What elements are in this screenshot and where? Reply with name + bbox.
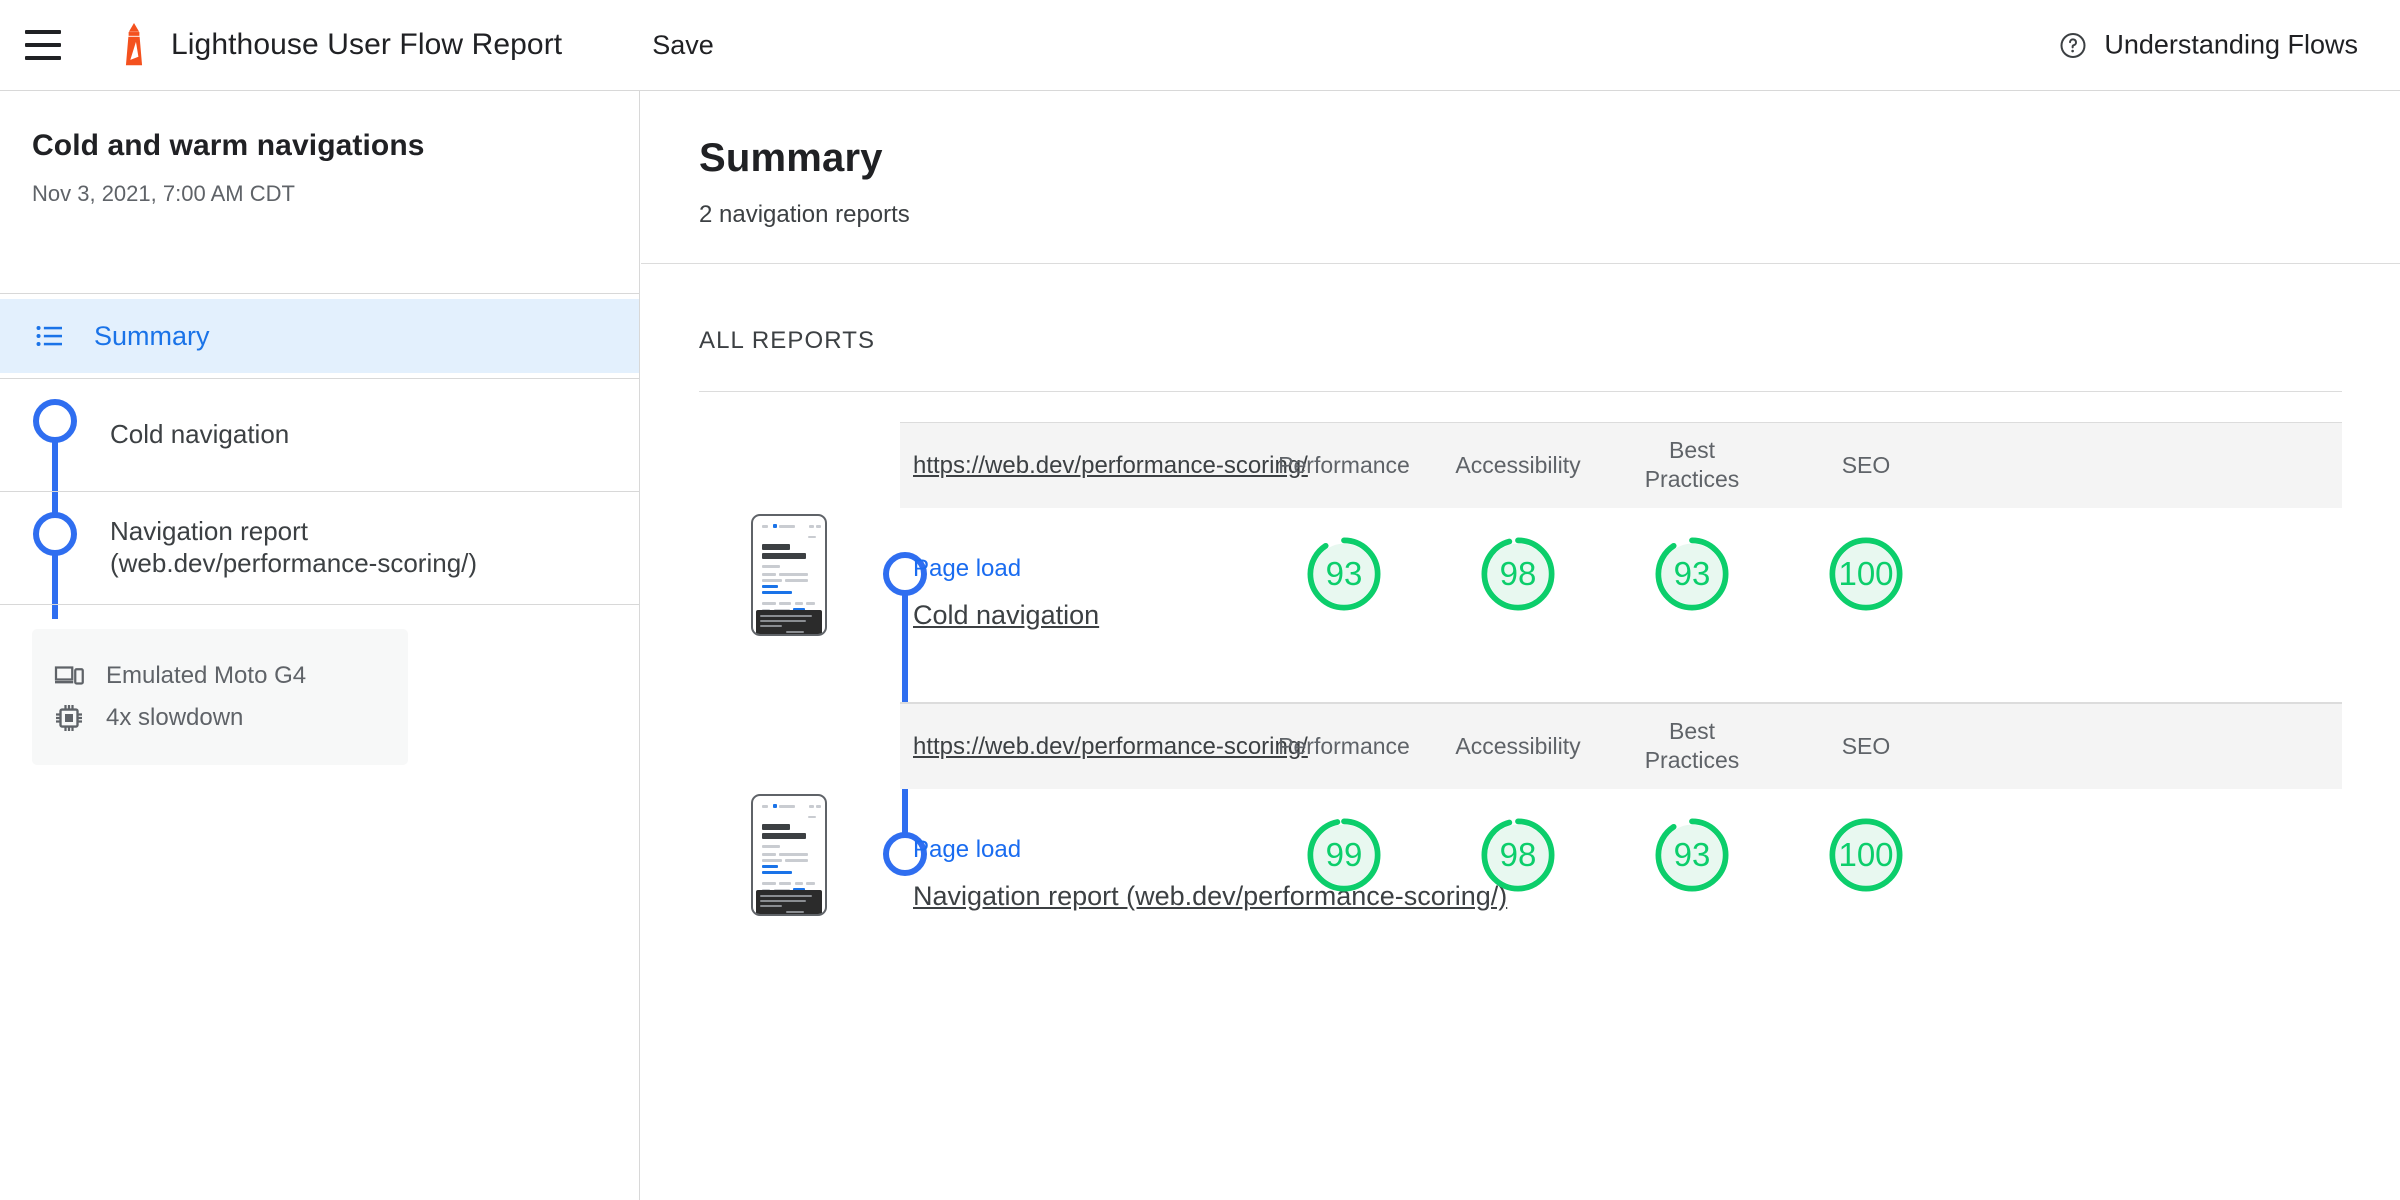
main-content: Summary 2 navigation reports ALL REPORTS… xyxy=(641,91,2400,1200)
score-gauge-seo[interactable]: 100 xyxy=(1825,533,1907,615)
sidebar-item-step-2[interactable]: Navigation report (web.dev/performance-s… xyxy=(0,492,639,605)
score-gauge-best-practices[interactable]: 93 xyxy=(1651,814,1733,896)
device-icon xyxy=(54,666,84,685)
environment-device-label: Emulated Moto G4 xyxy=(106,662,307,689)
column-header-best-practices: Best Practices xyxy=(1644,436,1740,493)
score-value: 98 xyxy=(1499,555,1537,592)
report-row: Page load Cold navigation 93 98 93 100 xyxy=(900,508,2342,702)
list-icon xyxy=(36,326,62,346)
report-header-row: https://web.dev/performance-scoring/ Per… xyxy=(900,703,2342,789)
understanding-flows-link[interactable]: Understanding Flows xyxy=(2058,30,2358,61)
score-gauge-accessibility[interactable]: 98 xyxy=(1477,533,1559,615)
environment-box: Emulated Moto G4 4x slowdown xyxy=(32,629,408,765)
report-name-link[interactable]: Cold navigation xyxy=(913,600,1099,631)
score-value: 93 xyxy=(1673,836,1711,873)
report-thumbnail[interactable] xyxy=(751,794,827,916)
help-circle-icon xyxy=(2060,32,2086,58)
save-button[interactable]: Save xyxy=(642,24,724,67)
score-gauge-performance[interactable]: 93 xyxy=(1303,533,1385,615)
report-header-row: https://web.dev/performance-scoring/ Per… xyxy=(900,422,2342,508)
sidebar-item-step-1[interactable]: Cold navigation xyxy=(0,379,639,492)
column-header-accessibility: Accessibility xyxy=(1455,451,1581,478)
score-value: 93 xyxy=(1325,555,1363,592)
score-gauge-accessibility[interactable]: 98 xyxy=(1477,814,1559,896)
score-value: 98 xyxy=(1499,836,1537,873)
column-header-performance: Performance xyxy=(1278,732,1410,759)
report-url-link[interactable]: https://web.dev/performance-scoring/ xyxy=(913,452,1308,480)
environment-throttling-label: 4x slowdown xyxy=(106,704,244,731)
score-gauge-best-practices[interactable]: 93 xyxy=(1651,533,1733,615)
score-value: 100 xyxy=(1838,555,1894,592)
understanding-flows-label: Understanding Flows xyxy=(2104,29,2358,60)
flow-title: Cold and warm navigations xyxy=(32,129,425,162)
environment-throttling: 4x slowdown xyxy=(32,697,408,739)
hamburger-bar xyxy=(25,30,61,34)
all-reports-divider xyxy=(699,391,2342,392)
column-header-best-practices: Best Practices xyxy=(1644,717,1740,774)
summary-subtitle: 2 navigation reports xyxy=(699,201,910,228)
brand: Lighthouse User Flow Report xyxy=(119,23,562,67)
report-url-link[interactable]: https://web.dev/performance-scoring/ xyxy=(913,733,1308,761)
report-name-link[interactable]: Navigation report (web.dev/performance-s… xyxy=(913,881,1507,912)
score-gauge-seo[interactable]: 100 xyxy=(1825,814,1907,896)
sidebar-item-summary-label: Summary xyxy=(94,320,210,351)
score-value: 99 xyxy=(1325,836,1363,873)
environment-device: Emulated Moto G4 xyxy=(32,655,408,697)
hamburger-bar xyxy=(25,43,61,47)
summary-title: Summary xyxy=(699,136,883,180)
score-value: 100 xyxy=(1838,836,1894,873)
flow-header: Cold and warm navigations Nov 3, 2021, 7… xyxy=(0,91,639,294)
sidebar: Cold and warm navigations Nov 3, 2021, 7… xyxy=(0,91,640,1200)
column-header-seo: SEO xyxy=(1841,732,1891,759)
column-header-accessibility: Accessibility xyxy=(1455,732,1581,759)
cpu-icon xyxy=(56,705,82,731)
page-title: Lighthouse User Flow Report xyxy=(171,28,563,61)
report-thumbnail[interactable] xyxy=(751,514,827,636)
summary-header: Summary 2 navigation reports xyxy=(641,91,2400,264)
hamburger-menu-icon[interactable] xyxy=(20,22,66,68)
score-value: 93 xyxy=(1673,555,1711,592)
flow-timestamp: Nov 3, 2021, 7:00 AM CDT xyxy=(32,181,295,206)
column-header-seo: SEO xyxy=(1841,451,1891,478)
column-header-performance: Performance xyxy=(1278,451,1410,478)
all-reports-label: ALL REPORTS xyxy=(699,327,876,354)
sidebar-item-step-2-label: Navigation report (web.dev/performance-s… xyxy=(110,516,478,578)
sidebar-item-step-1-label: Cold navigation xyxy=(110,419,290,450)
hamburger-bar xyxy=(25,56,61,60)
score-gauge-performance[interactable]: 99 xyxy=(1303,814,1385,896)
app-header: Lighthouse User Flow Report Save Underst… xyxy=(0,0,2400,91)
lighthouse-logo-icon xyxy=(125,23,143,66)
report-gather-mode[interactable]: Page load xyxy=(913,836,1021,864)
sidebar-item-summary[interactable]: Summary xyxy=(0,299,639,373)
report-gather-mode[interactable]: Page load xyxy=(913,555,1021,583)
report-row: Page load Navigation report (web.dev/per… xyxy=(900,789,2342,983)
